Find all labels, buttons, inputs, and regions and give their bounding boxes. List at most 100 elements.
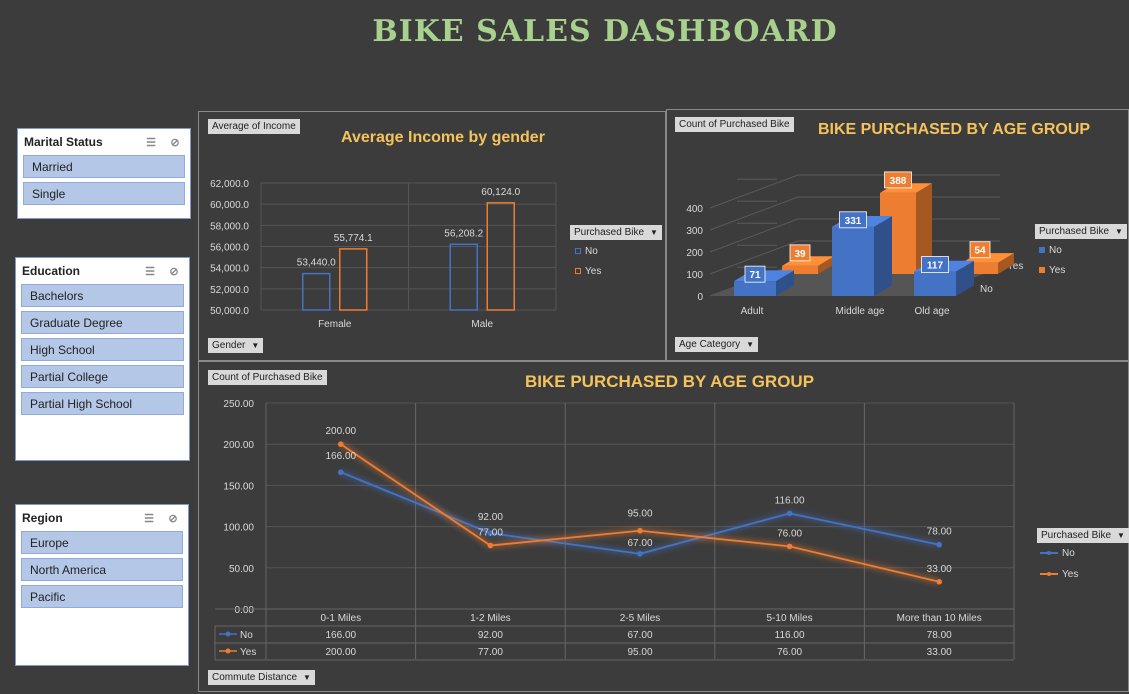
- age-chart-panel: Count of Purchased Bike BIKE PURCHASED B…: [666, 109, 1129, 361]
- data-label: 39: [794, 249, 806, 260]
- bar-no: [449, 243, 478, 311]
- multi-select-icon[interactable]: ☰: [140, 511, 158, 525]
- x-tick-label: 5-10 Miles: [767, 613, 813, 624]
- data-label: 67.00: [627, 538, 652, 549]
- data-label: 78.00: [927, 527, 952, 538]
- bar-yes: [339, 248, 368, 311]
- slicer-item-bachelors[interactable]: Bachelors: [21, 284, 184, 307]
- legend-filter-button[interactable]: Purchased Bike ▼: [1037, 528, 1129, 543]
- data-label: 60,124.0: [481, 187, 520, 198]
- data-label: 76.00: [777, 528, 802, 539]
- data-label: 388: [890, 176, 907, 187]
- slicer-item-partial-college[interactable]: Partial College: [21, 365, 184, 388]
- slicer-item-europe[interactable]: Europe: [21, 531, 183, 554]
- data-label: 71: [749, 270, 761, 281]
- y-tick-label: 0: [697, 292, 703, 303]
- clear-filter-icon[interactable]: ⊘: [164, 511, 182, 525]
- commute-chart: 0.00 50.00 100.00 150.00 200.00 250.00 0-1 Mil…: [214, 399, 1015, 661]
- x-tick-label: 0-1 Miles: [321, 613, 362, 624]
- table-row-label: Yes: [240, 647, 256, 658]
- table-cell: 200.00: [326, 647, 357, 658]
- slicer-item-graduate-degree[interactable]: Graduate Degree: [21, 311, 184, 334]
- slicer-item-single[interactable]: Single: [23, 182, 185, 205]
- data-label: 55,774.1: [334, 233, 373, 244]
- point-no: [637, 550, 643, 557]
- table-cell: 95.00: [627, 647, 652, 658]
- y-tick-label: 50,000.0: [210, 306, 249, 317]
- marital-status-slicer: Marital Status ☰ ⊘ Married Single: [17, 128, 191, 219]
- y-tick-label: 300: [686, 226, 703, 237]
- bar-no-side: [874, 216, 892, 296]
- data-label: 53,440.0: [297, 258, 336, 269]
- table-cell: 76.00: [777, 647, 802, 658]
- bar-no: [914, 271, 956, 296]
- slicer-title: Marital Status: [24, 135, 103, 149]
- point-yes: [936, 579, 942, 585]
- y-tick-label: 100.00: [223, 523, 254, 534]
- bar-no: [832, 226, 874, 296]
- x-tick-label: Middle age: [836, 306, 885, 317]
- table-cell: 166.00: [326, 630, 357, 641]
- commute-chart-panel: Count of Purchased Bike BIKE PURCHASED B…: [198, 361, 1129, 692]
- table-cell: 78.00: [927, 630, 952, 641]
- data-label: 117: [927, 261, 944, 272]
- data-label: 77.00: [478, 528, 503, 539]
- table-row-label: No: [240, 630, 253, 641]
- slicer-title: Region: [22, 511, 63, 525]
- y-tick-label: 400: [686, 204, 703, 215]
- gridline: [709, 174, 1000, 209]
- data-label: 166.00: [326, 451, 357, 462]
- table-legend-marker: [225, 648, 231, 654]
- legend-filter-button[interactable]: Purchased Bike ▼: [570, 225, 662, 240]
- legend-no: No: [575, 246, 598, 257]
- x-tick-label: More than 10 Miles: [897, 613, 982, 624]
- legend-filter-button[interactable]: Purchased Bike ▼: [1035, 224, 1127, 239]
- legend-yes: Yes: [1040, 569, 1078, 580]
- y-tick-label: 250.00: [223, 399, 254, 410]
- table-cell: 116.00: [775, 630, 805, 641]
- slicer-item-pacific[interactable]: Pacific: [21, 585, 183, 608]
- point-no: [786, 510, 793, 517]
- slicer-item-high-school[interactable]: High School: [21, 338, 184, 361]
- clear-filter-icon[interactable]: ⊘: [166, 135, 184, 149]
- legend-no: No: [1039, 245, 1062, 256]
- y-tick-label: 150.00: [223, 481, 254, 492]
- x-tick-label: 2-5 Miles: [620, 613, 661, 624]
- slicer-item-partial-high-school[interactable]: Partial High School: [21, 392, 184, 415]
- multi-select-icon[interactable]: ☰: [141, 264, 159, 278]
- commute-distance-axis-button[interactable]: Commute Distance ▼: [208, 670, 315, 685]
- income-chart-panel: Average of Income Average Income by gend…: [198, 111, 666, 361]
- y-tick-label: 0.00: [235, 605, 255, 616]
- x-tick-label: Male: [471, 319, 493, 330]
- y-tick-label: 200.00: [223, 440, 254, 451]
- clear-filter-icon[interactable]: ⊘: [165, 264, 183, 278]
- data-label: 116.00: [775, 495, 805, 506]
- x-tick-label: Old age: [914, 306, 949, 317]
- point-no: [936, 541, 942, 548]
- point-no: [338, 469, 344, 476]
- x-tick-label: 1-2 Miles: [470, 613, 511, 624]
- point-yes: [338, 441, 344, 447]
- data-label: 92.00: [478, 512, 503, 523]
- y-tick-label: 62,000.0: [210, 179, 249, 190]
- point-yes: [487, 542, 494, 549]
- slicer-title: Education: [22, 264, 81, 278]
- table-cell: 92.00: [478, 630, 503, 641]
- gender-axis-button[interactable]: Gender ▼: [208, 338, 264, 353]
- point-yes: [637, 527, 643, 534]
- table-legend-marker: [225, 631, 231, 637]
- region-slicer: Region ☰ ⊘ Europe North America Pacific: [15, 504, 189, 666]
- age-category-axis-button[interactable]: Age Category ▼: [675, 337, 759, 352]
- multi-select-icon[interactable]: ☰: [142, 135, 160, 149]
- bar-no: [734, 281, 776, 296]
- bar-no: [302, 272, 331, 311]
- slicer-item-north-america[interactable]: North America: [21, 558, 183, 581]
- data-label: 200.00: [326, 426, 357, 437]
- legend-yes: Yes: [1039, 265, 1065, 276]
- slicer-item-married[interactable]: Married: [23, 155, 185, 178]
- dashboard: BIKE SALES DASHBOARD Marital Status ☰ ⊘ M…: [0, 0, 1129, 694]
- dashboard-title: BIKE SALES DASHBOARD: [372, 14, 838, 49]
- point-yes: [786, 543, 793, 550]
- bar-yes: [486, 202, 515, 311]
- data-label: 33.00: [927, 564, 952, 575]
